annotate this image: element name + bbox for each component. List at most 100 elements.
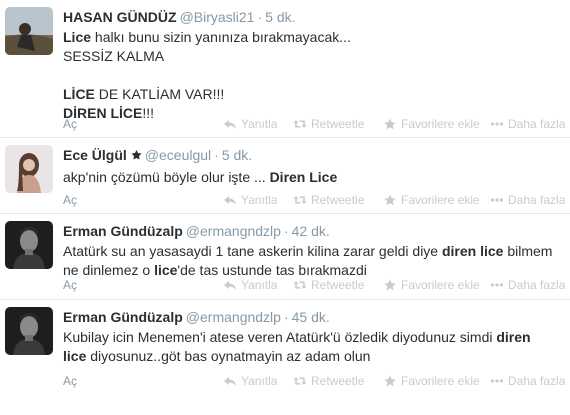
tweet-timeline: HASAN GÜNDÜZ @Biryasli21 · 5 dk. Lice halkı … [0,0,570,394]
avatar[interactable] [5,221,53,269]
retweet-button[interactable]: Retweetle [293,117,364,131]
text-segment: akp'nin çözümü böyle olur işte ... [63,169,270,185]
expand-link[interactable]: Aç [63,278,77,292]
reply-button-label: Yanıtla [241,117,278,131]
tweet-item[interactable]: Ece Ülgül @eceulgul · 5 dk. akp'nin çözümü b… [0,138,570,214]
author-username[interactable]: @ermangndzlp [186,309,281,325]
retweet-icon [293,194,311,206]
tweet-timestamp[interactable]: 42 dk. [292,223,330,239]
expand-link[interactable]: Aç [63,193,77,207]
more-icon [490,279,508,291]
text-segment: SESSİZ KALMA [63,48,165,64]
reply-button[interactable]: Yanıtla [223,374,277,388]
avatar[interactable] [5,307,53,355]
tweet-timestamp[interactable]: 5 dk. [265,9,295,25]
reply-icon [223,375,241,387]
tweet-header: Erman Gündüzalp @ermangndzlp · 42 dk. [63,222,564,240]
tweet-content: Ece Ülgül @eceulgul · 5 dk. akp'nin çözümü b… [63,146,564,187]
favorite-icon [383,375,401,387]
retweet-button-label: Retweetle [311,374,365,388]
search-highlight: lice [63,348,87,364]
reply-button-label: Yanıtla [241,374,278,388]
tweet-header: Erman Gündüzalp @ermangndzlp · 45 dk. [63,308,564,326]
search-highlight: LİCE [63,86,95,102]
favorite-button[interactable]: Favorilere ekle [383,374,480,388]
tweet-text-line: Lice halkı bunu sizin yanınıza bırakmaya… [63,28,564,47]
text-segment: bilmem [503,243,553,259]
author-fullname[interactable]: Ece Ülgül [63,147,127,163]
expand-link[interactable]: Aç [63,374,77,388]
favorite-button[interactable]: Favorilere ekle [383,193,480,207]
tweet-content: HASAN GÜNDÜZ @Biryasli21 · 5 dk. Lice halkı … [63,8,564,123]
reply-button[interactable]: Yanıtla [223,278,277,292]
search-highlight: Lice [63,29,92,45]
favorite-button[interactable]: Favorilere ekle [383,278,480,292]
badge-icon [131,148,142,166]
tweet-content: Erman Gündüzalp @ermangndzlp · 42 dk. Atatür… [63,222,564,280]
author-username[interactable]: @eceulgul [145,147,211,163]
separator-dot: · [283,309,289,325]
separator-dot: · [214,147,219,163]
tweet-text-line: LİCE DE KATLİAM VAR!!! [63,85,564,104]
tweet-text: Kubilay icin Menemen'i atese veren Atatü… [63,328,564,366]
reply-button[interactable]: Yanıtla [223,193,277,207]
retweet-button-label: Retweetle [311,117,365,131]
tweet-text-line: Atatürk su an yasasaydi 1 tane askerin k… [63,242,564,261]
retweet-icon [293,279,311,291]
retweet-button[interactable]: Retweetle [293,193,364,207]
author-username[interactable]: @ermangndzlp [186,223,281,239]
favorite-button-label: Favorilere ekle [401,193,480,207]
tweet-timestamp[interactable]: 45 dk. [292,309,330,325]
favorite-icon [383,194,401,206]
text-segment: DE KATLİAM VAR!!! [94,86,225,102]
favorite-icon [383,118,401,130]
tweet-text: Lice halkı bunu sizin yanınıza bırakmaya… [63,28,564,123]
tweet-item[interactable]: Erman Gündüzalp @ermangndzlp · 45 dk. Kubila… [0,300,570,394]
retweet-button[interactable]: Retweetle [293,374,364,388]
search-highlight: lice [154,262,178,278]
favorite-icon [383,279,401,291]
expand-link[interactable]: Aç [63,117,77,131]
tweet-item[interactable]: HASAN GÜNDÜZ @Biryasli21 · 5 dk. Lice halkı … [0,0,570,138]
retweet-icon [293,118,311,130]
favorite-button[interactable]: Favorilere ekle [383,117,480,131]
text-segment: Atatürk su an yasasaydi 1 tane askerin k… [63,243,442,259]
tweet-item[interactable]: Erman Gündüzalp @ermangndzlp · 42 dk. Atatür… [0,214,570,300]
tweet-timestamp[interactable]: 5 dk. [222,147,252,163]
author-fullname[interactable]: Erman Gündüzalp [63,223,183,239]
tweet-text-line: akp'nin çözümü böyle olur işte ... Diren… [63,168,564,187]
more-button[interactable]: Daha fazla [490,117,565,131]
more-button-label: Daha fazla [508,193,566,207]
reply-icon [223,194,241,206]
reply-button-label: Yanıtla [241,278,278,292]
tweet-text: akp'nin çözümü böyle olur işte ... Diren… [63,168,564,187]
favorite-button-label: Favorilere ekle [401,117,480,131]
tweet-text-line: SESSİZ KALMA [63,47,564,66]
reply-button-label: Yanıtla [241,193,278,207]
author-username[interactable]: @Biryasli21 [180,9,255,25]
separator-dot: · [257,9,263,25]
author-fullname[interactable]: HASAN GÜNDÜZ [63,9,177,25]
retweet-button-label: Retweetle [311,193,365,207]
avatar[interactable] [5,145,53,193]
tweet-text-line [63,66,564,85]
more-button[interactable]: Daha fazla [490,374,565,388]
more-button[interactable]: Daha fazla [490,193,565,207]
search-highlight: Diren Lice [269,169,338,185]
tweet-header: HASAN GÜNDÜZ @Biryasli21 · 5 dk. [63,8,564,26]
more-button[interactable]: Daha fazla [490,278,565,292]
favorite-button-label: Favorilere ekle [401,374,480,388]
retweet-icon [293,375,311,387]
more-icon [490,375,508,387]
tweet-text-line: Kubilay icin Menemen'i atese veren Atatü… [63,328,564,347]
text-segment: halkı bunu sizin yanınıza bırakmayacak..… [91,29,351,45]
favorite-button-label: Favorilere ekle [401,278,480,292]
text-segment: diyosunuz..göt bas oynatmayin az adam ol… [86,348,371,364]
author-fullname[interactable]: Erman Gündüzalp [63,309,183,325]
retweet-button[interactable]: Retweetle [293,278,364,292]
avatar[interactable] [5,7,53,55]
separator-dot: · [283,223,289,239]
reply-button[interactable]: Yanıtla [223,117,277,131]
search-highlight: diren lice [441,243,504,259]
tweet-text: Atatürk su an yasasaydi 1 tane askerin k… [63,242,564,280]
